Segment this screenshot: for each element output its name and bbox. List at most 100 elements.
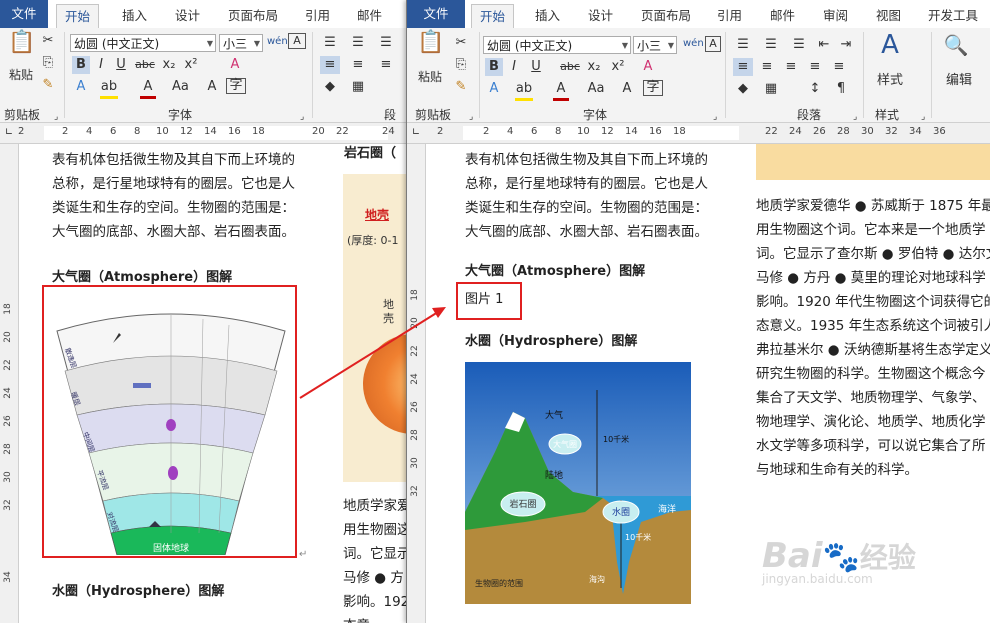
underline-icon[interactable]: U (527, 58, 545, 76)
bullets-icon[interactable]: ☰ (320, 34, 340, 52)
paste-label[interactable]: 粘贴 (6, 66, 36, 84)
horizontal-ruler[interactable]: ∟ 2 2 4 6 8 10 12 14 16 18 22 24 26 28 3… (407, 123, 990, 144)
document-page[interactable]: 表有机体包括微生物及其自下而上环境的 总称，是行星地球特有的圈层。它也是人 类诞… (19, 144, 406, 623)
vertical-ruler[interactable]: 18 20 22 24 26 28 30 32 (407, 144, 426, 623)
tab-design[interactable]: 设计 (175, 5, 200, 24)
enclose-char-icon[interactable]: 字 (643, 80, 663, 96)
phonetic-guide-icon[interactable]: wén (683, 35, 704, 53)
tab-home[interactable]: 开始 (56, 4, 100, 29)
align-right-icon[interactable]: ≡ (781, 58, 801, 76)
styles-label[interactable]: 样式 (873, 72, 907, 90)
tab-layout[interactable]: 页面布局 (641, 5, 691, 24)
numbering-icon[interactable]: ☰ (761, 36, 781, 54)
enclose-char-icon[interactable]: 字 (226, 78, 246, 94)
align-right-icon[interactable]: ≡ (376, 56, 396, 74)
underline-icon[interactable]: U (112, 56, 130, 74)
increase-indent-icon[interactable]: ⇥ (837, 36, 855, 54)
tab-stop-icon[interactable]: ∟ (410, 124, 422, 142)
styles-icon[interactable]: A (875, 32, 905, 66)
shading-icon[interactable]: ◆ (733, 80, 753, 98)
font-name-combo[interactable]: 幼圆 (中文正文) ▼ (70, 34, 216, 52)
tab-references[interactable]: 引用 (305, 5, 330, 24)
shading-icon[interactable]: ◆ (320, 78, 340, 96)
dropdown-arrow-icon[interactable]: ▼ (668, 37, 674, 55)
text-effects-icon[interactable]: A (72, 78, 90, 96)
font-name-combo[interactable]: 幼圆 (中文正文) ▼ (483, 36, 631, 54)
tab-stop-icon[interactable]: ∟ (3, 124, 15, 142)
tab-layout[interactable]: 页面布局 (228, 5, 278, 24)
bold-icon[interactable]: B (72, 56, 90, 74)
picture-placeholder-text[interactable]: 图片 1 (465, 288, 503, 312)
sort-icon[interactable]: ↕ (805, 80, 825, 98)
paste-icon[interactable]: 📋 (8, 32, 36, 64)
strikethrough-icon[interactable]: abc (134, 56, 156, 74)
vertical-ruler[interactable]: 18 20 22 24 26 28 30 32 34 (0, 144, 19, 623)
superscript-icon[interactable]: x² (609, 58, 627, 76)
decrease-indent-icon[interactable]: ⇤ (815, 36, 833, 54)
tab-design[interactable]: 设计 (588, 5, 613, 24)
dropdown-arrow-icon[interactable]: ▼ (622, 37, 628, 55)
tab-insert[interactable]: 插入 (122, 5, 147, 24)
tab-view[interactable]: 视图 (876, 5, 901, 24)
copy-icon[interactable]: ⎘ (453, 56, 469, 74)
font-size-combo[interactable]: 小三 ▼ (633, 36, 677, 54)
dropdown-arrow-icon[interactable]: ▼ (254, 35, 260, 53)
tab-mailings[interactable]: 邮件 (357, 5, 382, 24)
bold-icon[interactable]: B (485, 58, 503, 76)
tab-references[interactable]: 引用 (717, 5, 742, 24)
borders-icon[interactable]: ▦ (761, 80, 781, 98)
subscript-icon[interactable]: x₂ (585, 58, 603, 76)
superscript-icon[interactable]: x² (182, 56, 200, 74)
atmosphere-diagram[interactable]: 固体地球 散逸层 暖层 中间层 平流层 对流层 (53, 301, 289, 555)
font-size-combo[interactable]: 小三 ▼ (219, 34, 263, 52)
italic-icon[interactable]: I (92, 56, 110, 74)
subscript-icon[interactable]: x₂ (160, 56, 178, 74)
tab-mailings[interactable]: 邮件 (770, 5, 795, 24)
multilevel-list-icon[interactable]: ☰ (789, 36, 809, 54)
edit-label[interactable]: 编辑 (939, 72, 979, 90)
align-center-icon[interactable]: ≡ (757, 58, 777, 76)
dropdown-arrow-icon[interactable]: ▼ (207, 35, 213, 53)
clear-format-icon[interactable]: A (226, 56, 244, 74)
show-marks-icon[interactable]: ¶ (831, 80, 851, 98)
char-border-icon[interactable]: A (288, 33, 306, 49)
tab-file[interactable]: 文件 (407, 0, 465, 28)
paste-label[interactable]: 粘贴 (415, 68, 445, 86)
align-left-icon[interactable]: ≡ (320, 56, 340, 74)
justify-icon[interactable]: ≡ (805, 58, 825, 76)
tab-insert[interactable]: 插入 (535, 5, 560, 24)
hydrosphere-diagram[interactable]: 大气 大气圈 陆地 岩石圈 水圈 海洋 10千米 10千米 海沟 生物圈的范围 (465, 362, 691, 604)
strikethrough-icon[interactable]: abc (559, 58, 581, 76)
clear-format-icon[interactable]: A (639, 58, 657, 76)
distributed-icon[interactable]: ≡ (829, 58, 849, 76)
format-painter-icon[interactable]: ✎ (40, 76, 56, 94)
multilevel-list-icon[interactable]: ☰ (376, 34, 396, 52)
grow-font-icon[interactable]: A (204, 78, 220, 96)
align-center-icon[interactable]: ≡ (348, 56, 368, 74)
tab-file[interactable]: 文件 (0, 0, 48, 28)
highlight-icon[interactable]: ab (100, 78, 118, 99)
cut-icon[interactable]: ✂ (453, 34, 469, 52)
find-icon[interactable]: 🔍 (941, 35, 971, 66)
shrink-font-icon[interactable]: Aa (587, 80, 605, 98)
highlight-icon[interactable]: ab (515, 80, 533, 101)
borders-icon[interactable]: ▦ (348, 78, 368, 96)
italic-icon[interactable]: I (505, 58, 523, 76)
font-color-icon[interactable]: A (140, 78, 156, 99)
tab-review[interactable]: 审阅 (823, 5, 848, 24)
text-effects-icon[interactable]: A (485, 80, 503, 98)
char-border-icon[interactable]: A (705, 36, 721, 52)
bullets-icon[interactable]: ☰ (733, 36, 753, 54)
phonetic-guide-icon[interactable]: wén (267, 33, 288, 51)
horizontal-ruler[interactable]: ∟ 2 2 4 6 8 10 12 14 16 18 20 22 24 (0, 123, 406, 144)
tab-developer[interactable]: 开发工具 (928, 5, 978, 24)
shrink-font-icon[interactable]: Aa (172, 78, 189, 96)
align-left-icon[interactable]: ≡ (733, 58, 753, 76)
copy-icon[interactable]: ⎘ (40, 54, 56, 72)
format-painter-icon[interactable]: ✎ (453, 78, 469, 96)
grow-font-icon[interactable]: A (619, 80, 635, 98)
font-color-icon[interactable]: A (553, 80, 569, 101)
numbering-icon[interactable]: ☰ (348, 34, 368, 52)
paste-icon[interactable]: 📋 (417, 32, 445, 64)
tab-home[interactable]: 开始 (471, 4, 515, 29)
